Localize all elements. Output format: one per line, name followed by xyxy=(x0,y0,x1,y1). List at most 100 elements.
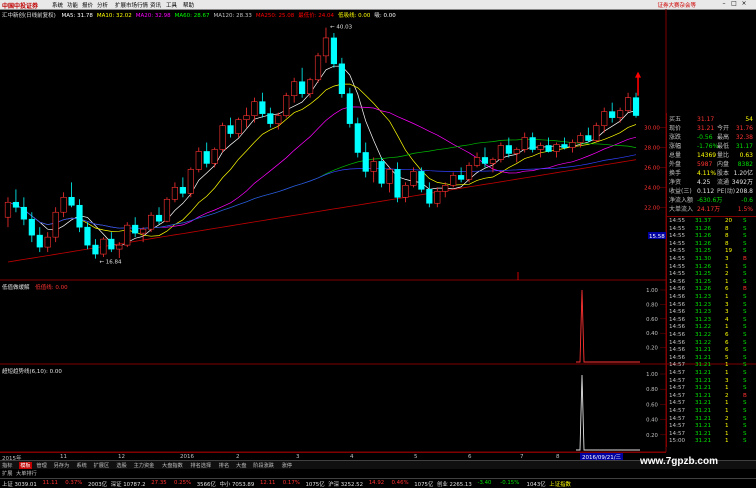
tick-row: 14:57 31.21 3 S xyxy=(669,378,755,386)
candle-body xyxy=(251,101,258,116)
tick-s: S xyxy=(743,218,747,224)
y-tick-label: 28.00 xyxy=(644,145,660,151)
ma-line xyxy=(7,65,637,247)
quote-value: 4.11% xyxy=(697,170,717,177)
tick-p: 31.22 xyxy=(695,332,712,338)
cursor-price-label: 15.58 xyxy=(649,234,665,240)
chart-canvas[interactable]: 30.00 28.00 26.00 24.00 22.00 1.00 0.80 0.60 0.… xyxy=(0,0,756,460)
tab-extension[interactable]: 扩展 xyxy=(2,470,12,477)
candle-body xyxy=(497,145,504,160)
tab-item[interactable]: 主力资金 xyxy=(134,462,155,469)
tab-item[interactable]: 指标 xyxy=(2,462,12,469)
tab-item[interactable]: 扩展区 xyxy=(94,462,110,469)
tab-item[interactable]: 选股 xyxy=(116,462,126,469)
tab-item[interactable]: 大盘指数 xyxy=(162,462,183,469)
quote-label: 量比 xyxy=(717,152,730,159)
candle-body xyxy=(36,234,43,248)
tick-s: S xyxy=(743,332,747,338)
tick-t: 14:57 xyxy=(669,415,686,422)
y-tick-label: 26.00 xyxy=(644,165,660,171)
tick-v: 8 xyxy=(725,240,729,247)
sub1-spike xyxy=(576,289,640,363)
sub-y-tick-label: 0.20 xyxy=(646,346,658,352)
tick-row: 14:56 31.22 6 S xyxy=(669,332,755,340)
tick-row: 14:57 31.21 1 S xyxy=(669,400,755,408)
low-label: ← 16.84 xyxy=(99,260,122,266)
candle-body xyxy=(434,191,441,204)
tick-p: 31.22 xyxy=(695,339,712,346)
tab-item[interactable]: 模板 xyxy=(19,462,32,469)
tab-item[interactable]: 排名 xyxy=(219,462,229,469)
quote-row: 换手 4.11% 股本 1.20亿 xyxy=(669,169,755,178)
tick-t: 14:57 xyxy=(669,400,686,407)
tick-row: 14:57 31.21 1 S xyxy=(669,370,755,378)
candle-body xyxy=(529,137,536,150)
tick-row: 14:57 31.21 1 S xyxy=(669,431,755,439)
candle-body xyxy=(235,119,242,134)
tab-item[interactable]: 阶段涨跌 xyxy=(253,462,274,469)
tick-t: 14:55 xyxy=(669,271,686,278)
tick-v: 6 xyxy=(725,339,729,346)
candle-body xyxy=(4,201,12,218)
candle-body xyxy=(330,37,338,65)
candle-body xyxy=(609,111,616,118)
quote-label: 涨跌 xyxy=(669,134,682,141)
tick-t: 15:00 xyxy=(669,438,686,445)
sub-y-tick-label: 1.00 xyxy=(646,288,658,294)
status-value: -0.15% xyxy=(500,480,520,486)
candle-body xyxy=(577,135,584,143)
tab-item[interactable]: 大盘 xyxy=(236,462,246,469)
quote-label: 流通 xyxy=(717,179,730,186)
candle-body xyxy=(76,204,83,228)
candlestick-series xyxy=(4,27,640,259)
quote-value: -0.6 xyxy=(741,197,753,204)
sub1-title-line: 低值做缓解 低值线: 0.00 xyxy=(2,283,68,291)
quote-value: 5987 xyxy=(697,161,713,168)
candle-body xyxy=(187,169,194,194)
candle-body xyxy=(28,218,35,236)
sub2-y-axis: 1.00 0.80 0.60 0.40 0.20 xyxy=(646,372,666,439)
candle-body xyxy=(84,226,91,246)
tab-item[interactable]: 排名选择 xyxy=(190,462,211,469)
tick-s: S xyxy=(743,248,747,255)
tick-p: 31.26 xyxy=(695,225,712,232)
tick-p: 31.23 xyxy=(695,301,712,308)
tab-item[interactable]: 另存为 xyxy=(54,462,70,469)
tick-v: 8 xyxy=(725,225,729,232)
quote-row: 现价 31.21 今开 31.76 xyxy=(669,124,755,133)
chart-annotations: ← 40.03 ← 16.84 15.58 xyxy=(99,25,666,451)
tick-t: 14:57 xyxy=(669,362,686,369)
quote-row: 买五 31.17 54 xyxy=(669,115,755,124)
tick-s: S xyxy=(743,316,747,323)
tab-big-order-rank[interactable]: 大单排行 xyxy=(16,470,37,477)
quote-label: PE(动) xyxy=(717,188,736,195)
tick-p: 31.21 xyxy=(695,400,712,407)
quote-label: 买五 xyxy=(669,116,682,123)
tick-p: 31.21 xyxy=(695,430,712,437)
quote-value: 1.20亿 xyxy=(733,170,753,177)
candle-body xyxy=(314,55,322,81)
candle-body xyxy=(306,79,314,95)
tick-t: 14:57 xyxy=(669,423,686,430)
sub-y-tick-label: 0.60 xyxy=(646,317,658,323)
tick-v: 1 xyxy=(725,278,729,285)
sub1-value: 低值线: 0.00 xyxy=(35,285,68,291)
tick-row: 14:57 31.21 1 S xyxy=(669,423,755,431)
sub-y-tick-label: 0.40 xyxy=(646,331,658,337)
tick-row: 14:56 31.26 6 B xyxy=(669,286,755,294)
candle-body xyxy=(394,169,401,198)
tab-item[interactable]: 系统 xyxy=(76,462,86,469)
tick-p: 31.26 xyxy=(695,233,712,240)
tab-item[interactable]: 管理 xyxy=(36,462,46,469)
tick-t: 14:55 xyxy=(669,225,686,232)
quote-value: 4.25 xyxy=(697,179,711,186)
tick-t: 14:56 xyxy=(669,301,686,308)
tick-v: 4 xyxy=(725,316,729,323)
candle-body xyxy=(593,125,600,141)
candle-body xyxy=(20,206,27,220)
quote-row: 净资 4.25 流通 3492万 xyxy=(669,178,755,187)
tab-item[interactable]: 涨停 xyxy=(282,462,292,469)
candle-body xyxy=(458,175,465,180)
quote-value: -0.56 xyxy=(697,134,713,141)
status-value: 12.11 xyxy=(260,480,276,486)
